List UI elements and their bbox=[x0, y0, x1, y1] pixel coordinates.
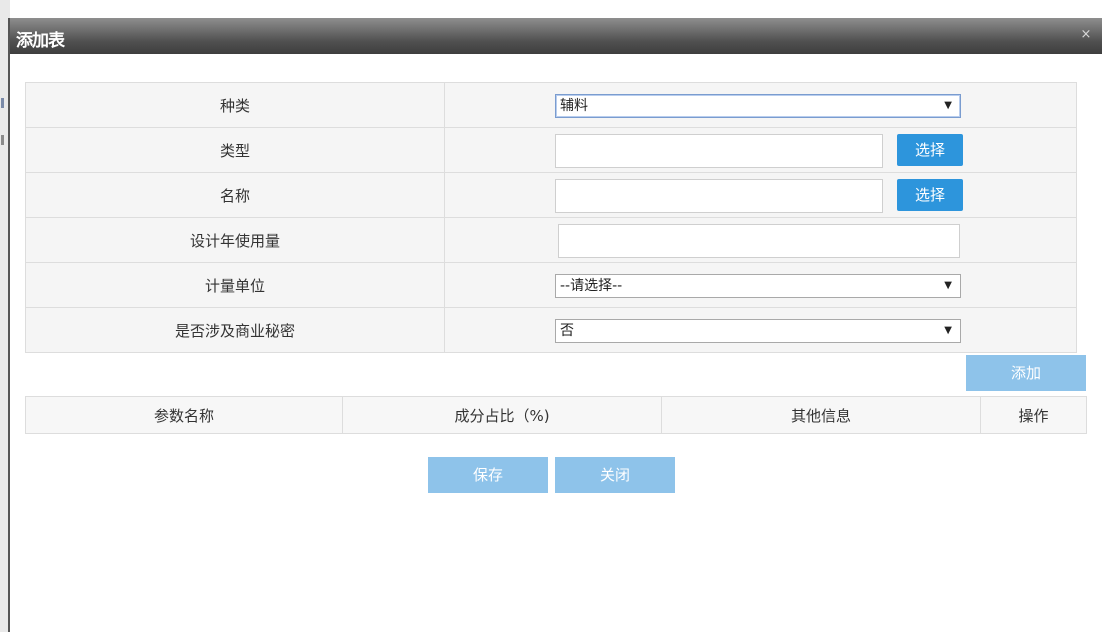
save-button[interactable]: 保存 bbox=[428, 457, 548, 493]
close-button[interactable]: 关闭 bbox=[555, 457, 675, 493]
form-table: 种类 辅料 ▼ 类型 选择 名称 选择 设计年使用量 计量单位 --请选择-- … bbox=[25, 82, 1077, 353]
close-icon[interactable]: × bbox=[1078, 27, 1094, 43]
column-header-composition-ratio[interactable]: 成分占比（%) bbox=[342, 396, 662, 434]
background-mark bbox=[1, 98, 4, 108]
add-button[interactable]: 添加 bbox=[966, 355, 1086, 391]
dropdown-arrow-icon: ▼ bbox=[944, 280, 952, 291]
trade-secret-select[interactable]: 否 ▼ bbox=[555, 319, 961, 343]
annual-usage-input[interactable] bbox=[558, 224, 960, 258]
column-header-parameter-name[interactable]: 参数名称 bbox=[25, 396, 343, 434]
name-input[interactable] bbox=[555, 179, 883, 213]
background-top bbox=[0, 0, 1102, 18]
dialog-titlebar[interactable]: 添加表 × bbox=[10, 18, 1102, 54]
form-row-unit: 计量单位 --请选择-- ▼ bbox=[25, 262, 1077, 308]
parameter-table-header: 参数名称 成分占比（%) 其他信息 操作 bbox=[25, 396, 1087, 434]
dropdown-arrow-icon: ▼ bbox=[944, 325, 952, 336]
trade-secret-select-value: 否 bbox=[560, 323, 574, 339]
parameter-table: 参数名称 成分占比（%) 其他信息 操作 bbox=[25, 396, 1087, 434]
form-row-annual-usage: 设计年使用量 bbox=[25, 217, 1077, 263]
unit-select-value: --请选择-- bbox=[560, 278, 623, 294]
annual-usage-label: 设计年使用量 bbox=[25, 217, 445, 263]
category-select-value: 辅料 bbox=[560, 98, 588, 114]
background-mark bbox=[1, 135, 4, 145]
category-select[interactable]: 辅料 ▼ bbox=[555, 94, 961, 118]
type-choose-button[interactable]: 选择 bbox=[897, 134, 963, 166]
column-header-actions[interactable]: 操作 bbox=[980, 396, 1087, 434]
name-label: 名称 bbox=[25, 172, 445, 218]
category-label: 种类 bbox=[25, 82, 445, 128]
type-label: 类型 bbox=[25, 127, 445, 173]
column-header-other-info[interactable]: 其他信息 bbox=[661, 396, 981, 434]
name-choose-button[interactable]: 选择 bbox=[897, 179, 963, 211]
unit-label: 计量单位 bbox=[25, 262, 445, 308]
trade-secret-label: 是否涉及商业秘密 bbox=[25, 307, 445, 353]
form-row-category: 种类 辅料 ▼ bbox=[25, 82, 1077, 128]
form-row-trade-secret: 是否涉及商业秘密 否 ▼ bbox=[25, 307, 1077, 353]
dropdown-arrow-icon: ▼ bbox=[944, 100, 952, 111]
dialog-title: 添加表 bbox=[16, 31, 65, 51]
form-row-name: 名称 选择 bbox=[25, 172, 1077, 218]
type-input[interactable] bbox=[555, 134, 883, 168]
form-row-type: 类型 选择 bbox=[25, 127, 1077, 173]
unit-select[interactable]: --请选择-- ▼ bbox=[555, 274, 961, 298]
